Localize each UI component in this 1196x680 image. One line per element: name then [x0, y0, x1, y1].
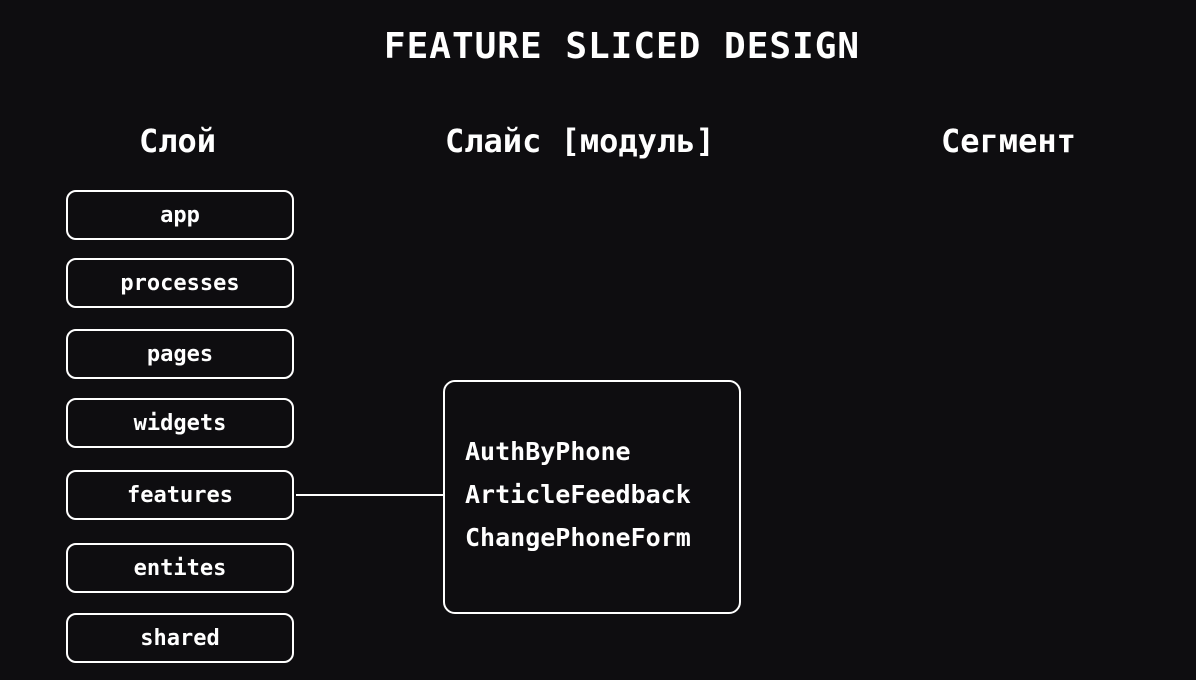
column-heading-slice: Слайс [модуль]: [445, 122, 715, 160]
diagram-title: FEATURE SLICED DESIGN: [383, 26, 861, 67]
features-to-slice-connector: [296, 494, 444, 496]
slice-auth-by-phone[interactable]: AuthByPhone: [465, 430, 739, 473]
slice-article-feedback[interactable]: ArticleFeedback: [465, 473, 739, 516]
layer-app[interactable]: app: [66, 190, 294, 240]
column-heading-segment: Сегмент: [941, 122, 1076, 160]
layer-features[interactable]: features: [66, 470, 294, 520]
layer-processes[interactable]: processes: [66, 258, 294, 308]
slice-box-features: AuthByPhone ArticleFeedback ChangePhoneF…: [443, 380, 741, 614]
slice-change-phone-form[interactable]: ChangePhoneForm: [465, 516, 739, 559]
layer-pages[interactable]: pages: [66, 329, 294, 379]
layer-widgets[interactable]: widgets: [66, 398, 294, 448]
column-heading-layer: Слой: [139, 122, 217, 160]
layer-shared[interactable]: shared: [66, 613, 294, 663]
layer-entites[interactable]: entites: [66, 543, 294, 593]
